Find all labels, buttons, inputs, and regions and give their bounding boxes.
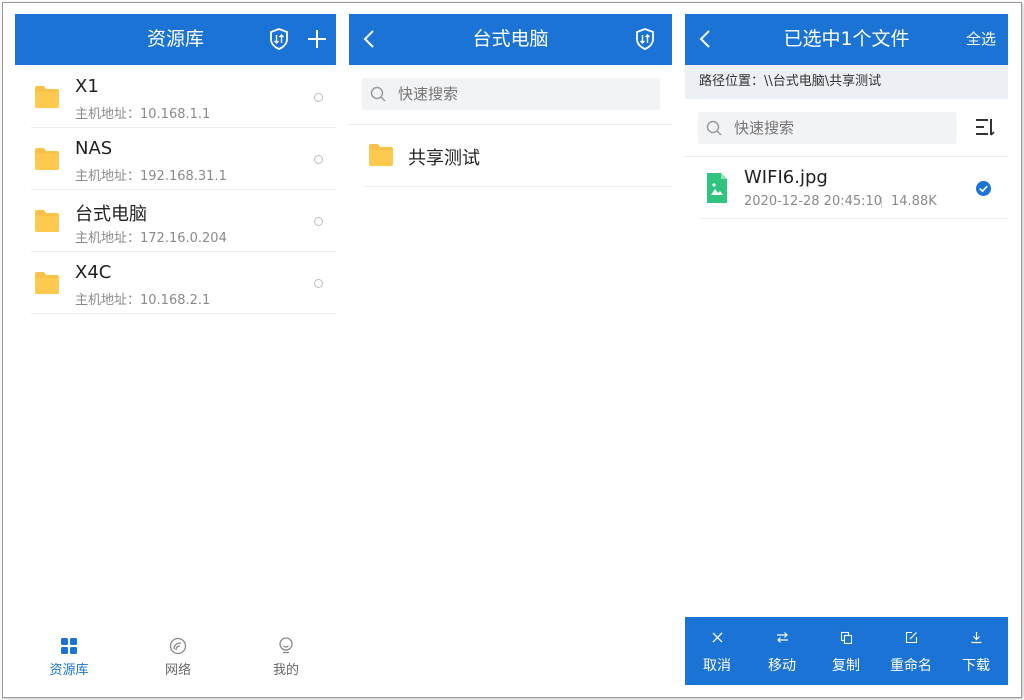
file-date: 2020-12-28 20:45:10 [744,194,883,209]
checkmark-icon[interactable] [976,181,991,196]
folder-icon [35,272,59,294]
list-item[interactable]: X4C 主机地址：10.168.2.1 [15,252,336,314]
folder-name: 共享测试 [408,148,480,169]
action-label: 重命名 [890,658,932,674]
move-icon [777,632,788,643]
file-row[interactable]: WIFI6.jpg 2020-12-28 20:45:10 14.88K [685,157,1008,219]
action-bar: 取消 移动 复制 重命名 下载 [685,617,1008,685]
action-label: 取消 [703,658,731,674]
folder-icon [35,86,59,108]
radio-button[interactable] [314,217,323,226]
tab-library[interactable]: 资源库 [29,623,109,685]
download-button[interactable]: 下载 [944,617,1008,685]
page-title: 台式电脑 [472,28,549,50]
host-address: 主机地址：10.168.1.1 [75,107,211,122]
host-address: 主机地址：10.168.2.1 [75,293,211,308]
folder-screen: 台式电脑 共享测试 [349,14,672,685]
download-icon [971,632,982,644]
list-item[interactable]: 台式电脑 主机地址：172.16.0.204 [15,190,336,252]
rename-button[interactable]: 重命名 [879,617,943,685]
search-icon [706,120,722,136]
tab-label: 资源库 [49,663,89,678]
divider [365,186,672,187]
copy-button[interactable]: 复制 [814,617,878,685]
search-input[interactable] [734,112,934,144]
list-sort-icon[interactable] [975,118,995,136]
tab-network[interactable]: 网络 [138,623,218,685]
list-item[interactable]: 共享测试 [349,125,672,187]
cancel-button[interactable]: 取消 [685,617,749,685]
tab-label: 我的 [272,663,299,678]
tab-label: 网络 [164,663,191,678]
list-item[interactable]: X1 主机地址：10.168.1.1 [15,66,336,128]
host-address: 主机地址：192.168.31.1 [75,169,227,184]
search-icon [370,86,386,102]
list-item[interactable]: NAS 主机地址：192.168.31.1 [15,128,336,190]
folder-icon [35,148,59,170]
network-icon [169,637,187,655]
radio-button[interactable] [314,93,323,102]
radio-button[interactable] [314,155,323,164]
search-box[interactable] [698,112,957,144]
host-address: 主机地址：172.16.0.204 [75,231,227,246]
image-file-icon [707,173,727,203]
host-name: X1 [75,76,99,97]
folder-icon [369,144,393,166]
plus-icon[interactable] [305,27,329,51]
library-screen: 资源库 X1 主机地址：10.168.1.1 NAS 主机地址：192.168.… [15,14,336,685]
selection-screen: 已选中1个文件 全选 路径位置：\\台式电脑\共享测试 WIFI6.jpg 20… [685,14,1008,685]
selection-header: 已选中1个文件 全选 [685,14,1008,65]
action-label: 下载 [962,658,990,674]
page-title: 已选中1个文件 [783,28,910,50]
user-icon [279,637,293,654]
tab-profile[interactable]: 我的 [246,623,326,685]
search-input[interactable] [398,78,598,110]
library-header: 资源库 [15,14,336,65]
grid-icon [61,638,77,654]
host-name: X4C [75,262,112,283]
copy-icon [840,631,853,644]
folder-icon [35,210,59,232]
action-label: 复制 [832,658,860,674]
divider [701,218,1008,219]
host-name: 台式电脑 [75,204,147,225]
file-name: WIFI6.jpg [744,167,828,188]
select-all-button[interactable]: 全选 [966,14,996,65]
search-box[interactable] [362,78,660,110]
file-size: 14.88K [891,194,937,209]
folder-header: 台式电脑 [349,14,672,65]
meta-separator [881,197,882,208]
action-label: 移动 [768,658,796,674]
radio-button[interactable] [314,279,323,288]
bottom-tab-bar: 资源库 网络 我的 [15,623,336,685]
divider [31,313,336,314]
shield-sort-icon[interactable] [267,27,291,51]
move-button[interactable]: 移动 [750,617,814,685]
close-icon [712,632,723,643]
host-name: NAS [75,138,113,159]
path-bar: 路径位置：\\台式电脑\共享测试 [685,65,1008,99]
rename-icon [905,631,918,644]
shield-sort-icon[interactable] [633,27,657,51]
